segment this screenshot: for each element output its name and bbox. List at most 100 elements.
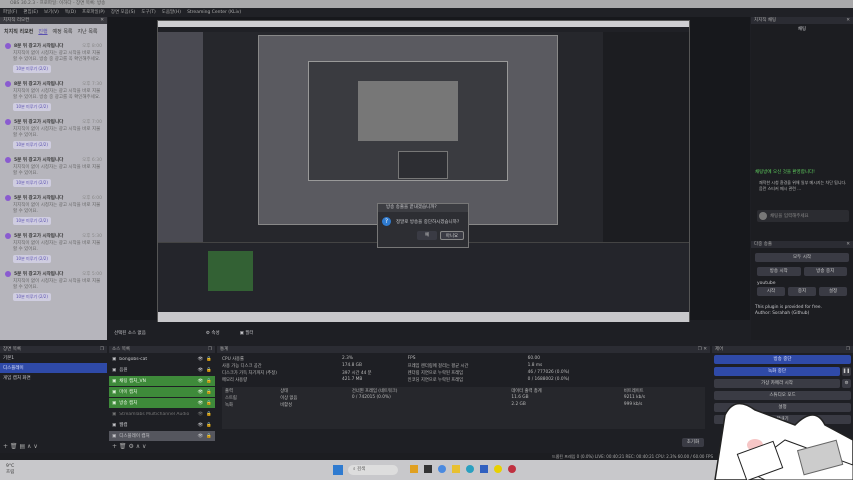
yes-button[interactable]: 예 — [417, 231, 437, 240]
stop-streaming-button[interactable]: 방송 중단 — [714, 355, 851, 364]
postpone-button[interactable]: 10분 미루기 (2/2) — [13, 255, 51, 263]
notice-body: 치지직이 없이 시청자는 광고 시작을 바로 지불할 수 있어요. 방송 중 광… — [13, 89, 101, 100]
postpone-button[interactable]: 10분 미루기 (2/2) — [13, 141, 51, 149]
eye-icon[interactable]: 👁 — [198, 357, 204, 362]
source-item[interactable]: ▣ 마이 캡처 👁 🔒 — [109, 387, 215, 397]
postpone-button[interactable]: 10분 미루기 (2/2) — [13, 293, 51, 301]
notice-title: 8분 뒤 광고가 시작됩니다 — [14, 44, 64, 49]
plugin-author-link[interactable]: Author: Sorahah (Github) — [755, 311, 849, 316]
source-item[interactable]: ▣ Streamlabs Multichannel Audio 👁 🔒 — [109, 409, 215, 419]
start-icon[interactable] — [333, 465, 343, 475]
start-all-button[interactable]: 방송 시작 — [757, 267, 801, 276]
source-label: 음원 — [119, 368, 128, 373]
menu-docks[interactable]: 독(D) — [65, 8, 76, 17]
notice-time: 오후 7:30 — [82, 82, 102, 87]
app-icon[interactable] — [480, 465, 488, 473]
app-icon[interactable] — [452, 465, 460, 473]
menu-scene-collection[interactable]: 장면 모음(S) — [111, 8, 135, 17]
reset-button[interactable]: 초기화 — [682, 438, 704, 447]
dock-close-icon[interactable]: ✕ — [100, 17, 104, 24]
dock-header: 소스 목록 ❐ — [109, 346, 215, 353]
menu-help[interactable]: 도움말(H) — [162, 8, 181, 17]
ad-notice-item: 5분 뒤 광고가 시작됩니다 오후 5:30 치지직이 없이 시청자는 광고 시작을… — [0, 229, 107, 267]
eye-icon[interactable]: 👁 — [198, 379, 204, 384]
stat-label: 디스크가 가득 차기까지 (추정) — [222, 370, 277, 376]
app-icon[interactable] — [494, 465, 502, 473]
stop-recording-button[interactable]: 녹화 중단 — [714, 367, 840, 376]
output-table: 출력 상태 건너뛴 프레임 (네트워크) 데이터 출력 총계 비트레이트 스트림 이상 없음… — [222, 387, 705, 408]
eye-icon[interactable]: 👁 — [198, 412, 204, 417]
app-icon[interactable] — [424, 465, 432, 473]
lock-icon[interactable]: 🔒 — [206, 423, 212, 428]
dock-title: 치지직 리모컨 — [3, 18, 30, 23]
postpone-button[interactable]: 10분 미루기 (2/2) — [13, 217, 51, 225]
menu-streaming-center[interactable]: Streaming Center (KLiv) — [187, 8, 241, 17]
source-item[interactable]: ▣ 웹캠 👁 🔒 — [109, 420, 215, 430]
selected-source-label: 선택된 소스 없음 — [114, 331, 146, 336]
welcome-message: 채팅방에 오신 것을 환영합니다! — [755, 170, 815, 175]
tab-scheduled[interactable]: 예정 목록 — [53, 28, 73, 35]
menu-profile[interactable]: 프로파일(P) — [82, 8, 105, 17]
eye-icon[interactable]: 👁 — [198, 434, 204, 439]
menu-file[interactable]: 파일(F) — [3, 8, 17, 17]
lock-icon[interactable]: 🔒 — [206, 412, 212, 417]
stat-label: 사용 가능 디스크 공간 — [222, 363, 262, 369]
postpone-button[interactable]: 10분 미루기 (2/2) — [13, 103, 51, 111]
app-icon[interactable] — [438, 465, 446, 473]
postpone-button[interactable]: 10분 미루기 (2/2) — [13, 179, 51, 187]
stat-label: 인코딩 지연으로 누락된 프레임 — [407, 377, 464, 383]
eye-icon[interactable]: 👁 — [198, 401, 204, 406]
properties-label: 속성 — [211, 331, 220, 336]
output-cell: 비활성 — [280, 402, 293, 408]
source-item[interactable]: ▣ 디스플레이 캡처 👁 🔒 — [109, 431, 215, 441]
stat-value: 174.8 GB — [342, 363, 362, 368]
obs-icon[interactable] — [508, 465, 516, 473]
lock-icon[interactable]: 🔒 — [206, 390, 212, 395]
scene-item-selected[interactable]: 디스플레이 — [0, 363, 107, 373]
eye-icon[interactable]: 👁 — [198, 423, 204, 428]
dock-close-icon[interactable]: ✕ — [846, 241, 850, 248]
eye-icon[interactable]: 👁 — [198, 368, 204, 373]
lock-icon[interactable]: 🔒 — [206, 379, 212, 384]
menu-edit[interactable]: 편집(E) — [23, 8, 38, 17]
lock-icon[interactable]: 🔒 — [206, 357, 212, 362]
source-item[interactable]: ▣ bongobs-cat 👁 🔒 — [109, 354, 215, 364]
source-item[interactable]: ▣ 방송 캡처 👁 🔒 — [109, 398, 215, 408]
all-start-button[interactable]: 모두 시작 — [755, 253, 849, 262]
no-button[interactable]: 아니요 — [440, 231, 464, 240]
scene-item[interactable]: 기본1 — [0, 353, 107, 363]
eye-icon[interactable]: 👁 — [198, 390, 204, 395]
search-box[interactable]: ⌕ 검색 — [348, 465, 398, 475]
dock-close-icon[interactable]: ✕ — [846, 17, 850, 24]
weather-widget[interactable]: 9°C 흐림 — [6, 464, 14, 476]
lock-icon[interactable]: 🔒 — [206, 368, 212, 373]
source-item[interactable]: ▣ 채팅 캡처_VN 👁 🔒 — [109, 376, 215, 386]
menu-bar: 파일(F) 편집(E) 보기(V) 독(D) 프로파일(P) 장면 모음(S) 도구(T) 도… — [0, 8, 853, 17]
properties-button[interactable]: ⚙ 속성 — [206, 330, 220, 336]
postpone-button[interactable]: 10분 미루기 (2/2) — [13, 65, 51, 73]
lock-icon[interactable]: 🔒 — [206, 401, 212, 406]
scene-toolbar[interactable]: + 🗑 ▤ ∧ ∨ — [3, 443, 38, 450]
platform-stop-button[interactable]: 중지 — [788, 287, 816, 296]
menu-tools[interactable]: 도구(T) — [141, 8, 156, 17]
platform-settings-button[interactable]: 설정 — [819, 287, 847, 296]
app-icon[interactable] — [466, 465, 474, 473]
stop-all-button[interactable]: 방송 중지 — [803, 267, 847, 276]
pause-icon[interactable]: ❚❚ — [842, 367, 851, 376]
filters-button[interactable]: ▣ 필터 — [240, 330, 254, 336]
source-item[interactable]: ▣ 음원 👁 🔒 — [109, 365, 215, 375]
chat-input[interactable]: 채팅을 입력해주세요 — [770, 213, 809, 219]
scene-item[interactable]: 게임 캡처 화면 — [0, 373, 107, 383]
window-title: OBS 30.2.3 - 프로파일: 이하다 - 장면 목록: 방송 — [10, 1, 106, 6]
lock-icon[interactable]: 🔒 — [206, 434, 212, 439]
chzzk-icon — [5, 157, 11, 163]
stat-label: 렌더링 지연으로 누락된 프레임 — [407, 370, 464, 376]
source-toolbar[interactable]: + 🗑 ⚙ ∧ ∨ — [112, 443, 146, 450]
tab-past[interactable]: 지난 목록 — [78, 28, 98, 35]
app-icon[interactable] — [410, 465, 418, 473]
menu-view[interactable]: 보기(V) — [44, 8, 59, 17]
platform-start-button[interactable]: 시작 — [757, 287, 785, 296]
plugin-note: This plugin is provided for free. — [755, 305, 822, 310]
notice-body: 치지직이 없이 시청자는 광고 시작을 바로 지불할 수 있어요. — [13, 279, 101, 290]
tab-progress[interactable]: 진행 — [38, 28, 47, 35]
